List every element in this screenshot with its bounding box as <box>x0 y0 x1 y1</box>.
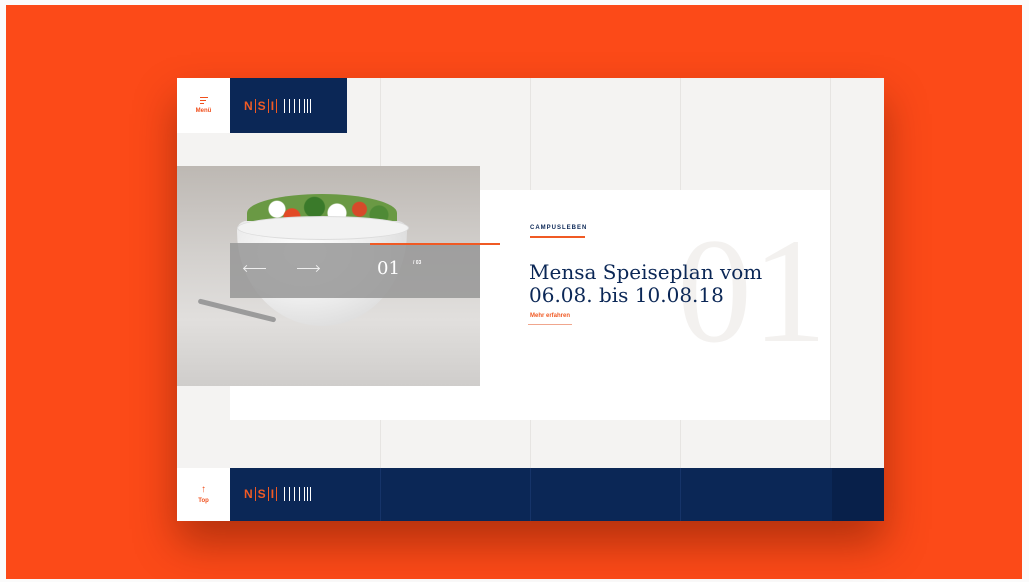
bowl-rim <box>237 216 409 240</box>
website-mockup: Menü N S I 01 / 03 01 CAMPUSLEBEN Mensa … <box>177 78 884 521</box>
slider-progress <box>370 243 500 245</box>
footer-shade <box>832 468 884 521</box>
read-more-underline <box>528 324 572 325</box>
presentation-background: Menü N S I 01 / 03 01 CAMPUSLEBEN Mensa … <box>6 5 1022 579</box>
slide-total: / 03 <box>413 260 422 266</box>
menu-button[interactable]: Menü <box>177 78 230 133</box>
nsi-logo: N S I <box>244 98 313 113</box>
footer-logo[interactable]: N S I <box>244 487 313 501</box>
back-to-top-button[interactable]: ↑ Top <box>177 468 230 521</box>
footer-band: N S I <box>230 468 884 521</box>
menu-label: Menü <box>195 108 212 114</box>
arrow-right-icon[interactable] <box>297 268 319 269</box>
slide-counter: 01 <box>377 258 400 279</box>
grid-line <box>830 78 831 521</box>
arrow-up-icon: ↑ <box>201 484 206 495</box>
category-label: CAMPUSLEBEN <box>530 225 588 231</box>
read-more-link[interactable]: Mehr erfahren <box>530 313 570 319</box>
category-underline <box>530 236 585 238</box>
slider-controls: 01 / 03 <box>230 243 500 298</box>
top-label: Top <box>198 498 209 504</box>
article-headline: Mensa Speiseplan vom 06.08. bis 10.08.18 <box>529 260 763 307</box>
logo-link[interactable]: N S I <box>230 78 347 133</box>
footer: ↑ Top N S I <box>177 468 884 521</box>
menu-icon <box>199 97 208 105</box>
arrow-left-icon[interactable] <box>244 268 266 269</box>
